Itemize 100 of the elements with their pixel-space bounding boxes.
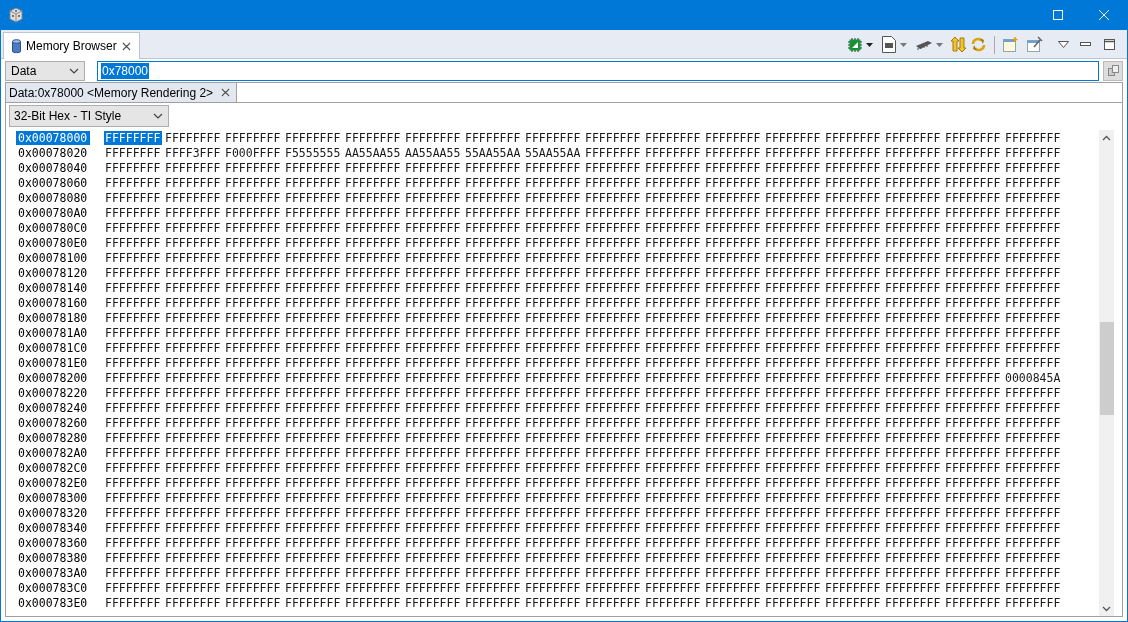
new-window-icon[interactable] bbox=[1002, 36, 1019, 53]
memory-cell[interactable]: FFFFFFFF bbox=[464, 220, 522, 235]
memory-cell[interactable]: FFFFFFFF bbox=[164, 415, 222, 430]
memory-cell[interactable]: FFFFFFFF bbox=[884, 370, 942, 385]
memory-cell[interactable]: FFFFFFFF bbox=[164, 205, 222, 220]
memory-cell[interactable]: FFFFFFFF bbox=[644, 145, 702, 160]
memory-cell[interactable]: FFFFFFFF bbox=[464, 460, 522, 475]
memory-cell[interactable]: FFFFFFFF bbox=[704, 175, 762, 190]
memory-cell[interactable]: FFFFFFFF bbox=[1004, 205, 1062, 220]
memory-cell[interactable]: FFFFFFFF bbox=[824, 385, 882, 400]
memory-cell[interactable]: FFFFFFFF bbox=[404, 595, 462, 610]
memory-cell[interactable]: FFFFFFFF bbox=[824, 490, 882, 505]
memory-cell[interactable]: FFFFFFFF bbox=[824, 400, 882, 415]
memory-cell[interactable]: FFFFFFFF bbox=[404, 460, 462, 475]
memory-cell[interactable]: FFFFFFFF bbox=[164, 595, 222, 610]
memory-cell[interactable]: FFFFFFFF bbox=[884, 505, 942, 520]
memory-cell[interactable]: FFFFFFFF bbox=[704, 535, 762, 550]
memory-cell[interactable]: FFFFFFFF bbox=[824, 265, 882, 280]
view-menu-icon[interactable] bbox=[1058, 41, 1069, 48]
memory-cell[interactable]: FFFFFFFF bbox=[404, 430, 462, 445]
memory-cell[interactable]: FFFFFFFF bbox=[404, 205, 462, 220]
memory-cell[interactable]: FFFFFFFF bbox=[884, 265, 942, 280]
memory-cell[interactable]: FFFFFFFF bbox=[164, 190, 222, 205]
memory-cell[interactable]: FFFFFFFF bbox=[944, 295, 1002, 310]
memory-cell[interactable]: FFFFFFFF bbox=[824, 460, 882, 475]
memory-cell[interactable]: FFFFFFFF bbox=[284, 220, 342, 235]
memory-cell[interactable]: FFFFFFFF bbox=[884, 220, 942, 235]
memory-cell[interactable]: FFFFFFFF bbox=[764, 535, 822, 550]
memory-cell[interactable]: FFFFFFFF bbox=[224, 520, 282, 535]
document-chip-icon[interactable] bbox=[881, 36, 897, 53]
memory-cell[interactable]: FFFFFFFF bbox=[104, 505, 162, 520]
memory-cell[interactable]: FFFFFFFF bbox=[104, 220, 162, 235]
memory-cell[interactable]: FFFFFFFF bbox=[524, 220, 582, 235]
memory-cell[interactable]: FFFFFFFF bbox=[944, 175, 1002, 190]
memory-cell[interactable]: FFFFFFFF bbox=[884, 325, 942, 340]
memory-cell[interactable]: FFFFFFFF bbox=[944, 430, 1002, 445]
memory-cell[interactable]: FFFFFFFF bbox=[944, 505, 1002, 520]
memory-cell[interactable]: FFFFFFFF bbox=[704, 490, 762, 505]
memory-cell[interactable]: FFFFFFFF bbox=[344, 355, 402, 370]
memory-cell[interactable]: FFFFFFFF bbox=[224, 205, 282, 220]
memory-cell[interactable]: FFFFFFFF bbox=[824, 325, 882, 340]
memory-cell[interactable]: FFFFFFFF bbox=[644, 415, 702, 430]
memory-cell[interactable]: FFFFFFFF bbox=[884, 550, 942, 565]
memory-cell[interactable]: FFFFFFFF bbox=[344, 265, 402, 280]
memory-cell[interactable]: FFFFFFFF bbox=[524, 550, 582, 565]
memory-cell[interactable]: FFFFFFFF bbox=[704, 235, 762, 250]
memory-cell[interactable]: FFFFFFFF bbox=[584, 175, 642, 190]
memory-cell[interactable]: FFFFFFFF bbox=[764, 250, 822, 265]
memory-cell[interactable]: FFFFFFFF bbox=[464, 235, 522, 250]
memory-cell[interactable]: FFFFFFFF bbox=[224, 595, 282, 610]
chip-icon[interactable] bbox=[847, 36, 863, 53]
memory-cell[interactable]: FFFFFFFF bbox=[164, 265, 222, 280]
memory-cell[interactable]: FFFFFFFF bbox=[584, 505, 642, 520]
memory-cell[interactable]: FFFFFFFF bbox=[404, 475, 462, 490]
memory-cell[interactable]: FFFFFFFF bbox=[224, 475, 282, 490]
memory-cell[interactable]: FFFFFFFF bbox=[164, 325, 222, 340]
memory-cell[interactable]: FFFFFFFF bbox=[344, 310, 402, 325]
memory-cell[interactable]: FFFFFFFF bbox=[884, 205, 942, 220]
memory-cell[interactable]: FFFFFFFF bbox=[644, 250, 702, 265]
scroll-up-icon[interactable] bbox=[1102, 135, 1111, 141]
memory-cell[interactable]: FFFFFFFF bbox=[704, 370, 762, 385]
memory-cell[interactable]: FFFFFFFF bbox=[764, 490, 822, 505]
memory-cell[interactable]: FFFFFFFF bbox=[284, 490, 342, 505]
memory-cell[interactable]: FFFFFFFF bbox=[584, 160, 642, 175]
memory-cell[interactable]: FFFFFFFF bbox=[944, 160, 1002, 175]
memory-cell[interactable]: FFFFFFFF bbox=[824, 550, 882, 565]
memory-cell[interactable]: FFFFFFFF bbox=[164, 475, 222, 490]
memory-cell[interactable]: FFFFFFFF bbox=[704, 265, 762, 280]
memory-cell[interactable]: FFFFFFFF bbox=[1004, 535, 1062, 550]
memory-cell[interactable]: FFFFFFFF bbox=[344, 565, 402, 580]
memory-cell[interactable]: FFFFFFFF bbox=[1004, 475, 1062, 490]
memory-cell[interactable]: FFFFFFFF bbox=[284, 340, 342, 355]
memory-cell[interactable]: FFFFFFFF bbox=[524, 445, 582, 460]
memory-cell[interactable]: FFFFFFFF bbox=[704, 430, 762, 445]
memory-cell[interactable]: FFFFFFFF bbox=[764, 340, 822, 355]
memory-cell[interactable]: FFFFFFFF bbox=[404, 325, 462, 340]
pin-window-icon[interactable] bbox=[1026, 36, 1043, 53]
memory-cell[interactable]: FFFFFFFF bbox=[824, 535, 882, 550]
memory-cell[interactable]: FFFFFFFF bbox=[1004, 235, 1062, 250]
memory-cell[interactable]: 55AA55AA bbox=[464, 145, 522, 160]
memory-cell[interactable]: FFFFFFFF bbox=[344, 520, 402, 535]
memory-cell[interactable]: FFFFFFFF bbox=[704, 460, 762, 475]
memory-cell[interactable]: FFFFFFFF bbox=[284, 535, 342, 550]
memory-cell[interactable]: FFFFFFFF bbox=[884, 580, 942, 595]
memory-cell[interactable]: FFFFFFFF bbox=[224, 505, 282, 520]
memory-cell[interactable]: FFFFFFFF bbox=[884, 475, 942, 490]
memory-cell[interactable]: FFFFFFFF bbox=[1004, 505, 1062, 520]
memory-cell[interactable]: FFFFFFFF bbox=[524, 580, 582, 595]
memory-cell[interactable]: FFFFFFFF bbox=[1004, 295, 1062, 310]
memory-cell[interactable]: FFFFFFFF bbox=[644, 400, 702, 415]
memory-cell[interactable]: FFFFFFFF bbox=[884, 595, 942, 610]
memory-cell[interactable]: FFFFFFFF bbox=[764, 220, 822, 235]
memory-cell[interactable]: FFFFFFFF bbox=[944, 520, 1002, 535]
memory-cell[interactable]: FFFFFFFF bbox=[164, 505, 222, 520]
memory-space-dropdown[interactable]: Data bbox=[5, 60, 85, 81]
memory-cell[interactable]: FFFFFFFF bbox=[164, 370, 222, 385]
memory-cell[interactable]: FFFFFFFF bbox=[944, 205, 1002, 220]
memory-cell[interactable]: FFFFFFFF bbox=[824, 475, 882, 490]
memory-cell[interactable]: FFFFFFFF bbox=[464, 475, 522, 490]
memory-cell[interactable]: FFFFFFFF bbox=[884, 250, 942, 265]
